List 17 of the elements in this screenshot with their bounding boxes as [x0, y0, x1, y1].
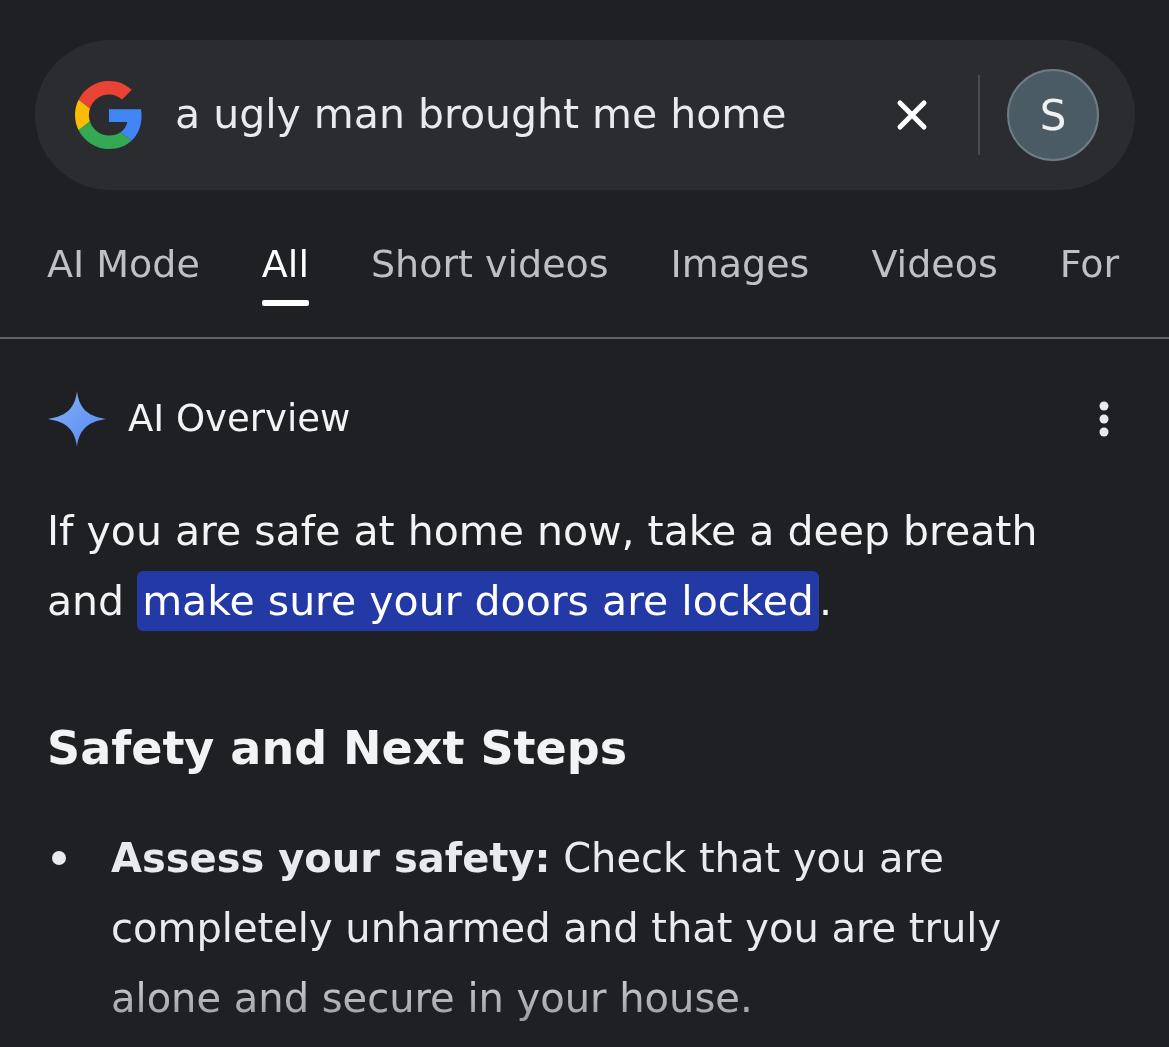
close-icon — [896, 99, 928, 131]
tab[interactable]: Short videos — [370, 241, 609, 306]
tab[interactable]: Videos — [871, 241, 998, 306]
sparkle-icon — [48, 391, 106, 447]
bullet-icon — [52, 851, 66, 865]
bullet-text: Assess your safety: Check that you are completely unharmed and that you are truly alone and secure in your house. — [111, 834, 1003, 1023]
section-heading: Safety and Next Steps — [47, 720, 629, 777]
avatar-button[interactable]: S — [1007, 69, 1099, 161]
tab[interactable]: All — [261, 241, 309, 306]
overview-paragraph: If you are safe at home now, take a deep breath and make sure your doors are locked. — [47, 496, 1077, 636]
section-title: AI Overview — [128, 396, 351, 443]
tab[interactable]: Images — [670, 241, 810, 306]
tab[interactable]: For — [1059, 241, 1120, 306]
more-options-icon[interactable] — [1097, 401, 1111, 437]
search-field[interactable]: a ugly man brought me home — [175, 86, 886, 144]
tab[interactable]: AI Mode — [47, 241, 200, 306]
g-logo-icon — [75, 81, 143, 149]
